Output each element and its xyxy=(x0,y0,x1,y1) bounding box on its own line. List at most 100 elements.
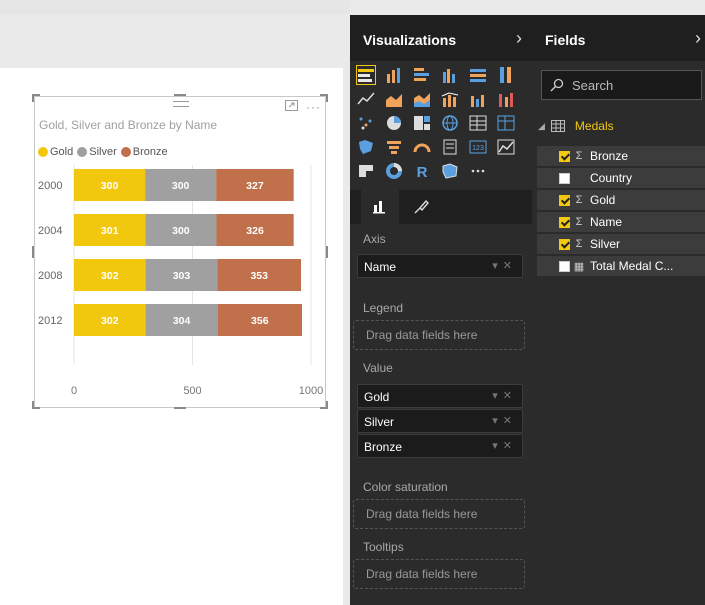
data-label: 300 xyxy=(101,180,119,192)
slicer-icon[interactable] xyxy=(357,162,375,180)
filled-map-icon[interactable] xyxy=(357,138,375,156)
field-label: Total Medal C... xyxy=(590,259,674,273)
visualizations-header: Visualizations › xyxy=(350,15,532,61)
sigma-icon: Σ xyxy=(575,194,583,206)
table-icon[interactable] xyxy=(469,114,487,132)
resize-handle-right[interactable] xyxy=(326,246,328,258)
tooltips-drop-zone[interactable]: Drag data fields here xyxy=(353,559,525,589)
pill-dropdown-remove-icon[interactable]: ▾✕ xyxy=(492,389,517,402)
resize-handle-tr-v[interactable] xyxy=(326,94,328,102)
value-field-bronze[interactable]: Bronze ▾✕ xyxy=(357,434,523,458)
field-checkbox[interactable] xyxy=(559,216,570,228)
clustered-bar-chart-icon[interactable] xyxy=(413,66,431,84)
value-field-silver[interactable]: Silver ▾✕ xyxy=(357,409,523,433)
data-label: 356 xyxy=(251,315,269,327)
field-checkbox[interactable] xyxy=(559,150,570,162)
collapse-chevron-icon[interactable]: › xyxy=(516,28,522,49)
pill-dropdown-remove-icon[interactable]: ▾✕ xyxy=(492,414,517,427)
field-label: Gold xyxy=(590,193,616,207)
field-checkbox[interactable] xyxy=(559,238,570,250)
field-checkbox[interactable] xyxy=(559,260,570,272)
line-clustered-column-icon[interactable] xyxy=(469,90,487,108)
fields-tab-icon xyxy=(373,201,385,214)
fields-collapse-chevron-icon[interactable]: › xyxy=(695,28,701,49)
table-medals[interactable]: ◢ Medals xyxy=(538,119,614,133)
field-checkbox[interactable] xyxy=(559,194,570,206)
resize-handle-left[interactable] xyxy=(32,246,34,258)
tab-format[interactable] xyxy=(402,190,440,224)
more-visuals-icon[interactable] xyxy=(469,162,487,180)
field-row-country[interactable]: Country xyxy=(537,168,705,188)
donut-chart-icon[interactable] xyxy=(385,162,403,180)
gauge-icon[interactable] xyxy=(413,138,431,156)
multirow-card-icon[interactable] xyxy=(441,138,459,156)
well-label-tooltips: Tooltips xyxy=(363,540,404,554)
ribbon-chart-icon[interactable] xyxy=(497,90,515,108)
card-icon[interactable]: 123 xyxy=(469,138,487,156)
matrix-icon[interactable] xyxy=(497,114,515,132)
resize-handle-tl-v[interactable] xyxy=(32,94,34,102)
top-strip xyxy=(0,0,350,15)
treemap-icon[interactable] xyxy=(413,114,431,132)
field-checkbox[interactable] xyxy=(559,172,570,184)
visualizations-pane: Visualizations › 123 R Axis Name ▾✕ Legen… xyxy=(350,15,532,605)
funnel-icon[interactable] xyxy=(385,138,403,156)
data-label: 326 xyxy=(246,225,264,237)
field-row-gold[interactable]: Σ Gold xyxy=(537,190,705,210)
pie-chart-icon[interactable] xyxy=(385,114,403,132)
field-label: Name xyxy=(590,215,623,229)
data-label: 301 xyxy=(101,225,119,237)
y-category-label: 2008 xyxy=(38,270,62,282)
tab-fields[interactable] xyxy=(361,190,399,224)
waterfall-icon[interactable] xyxy=(357,114,375,132)
area-chart-icon[interactable] xyxy=(385,90,403,108)
x-tick-label: 500 xyxy=(183,385,201,397)
line-chart-icon[interactable] xyxy=(357,90,375,108)
100-stacked-column-icon[interactable] xyxy=(497,66,515,84)
resize-handle-br-v[interactable] xyxy=(326,401,328,409)
shape-map-icon[interactable] xyxy=(441,162,459,180)
x-tick-label: 0 xyxy=(71,385,77,397)
fields-header: Fields › xyxy=(532,15,705,61)
pill-dropdown-remove-icon[interactable]: ▾✕ xyxy=(492,259,517,272)
svg-text:123: 123 xyxy=(472,145,484,152)
search-icon xyxy=(550,78,564,92)
y-category-label: 2000 xyxy=(38,180,62,192)
color-saturation-drop-zone[interactable]: Drag data fields here xyxy=(353,499,525,529)
stacked-bar-visual[interactable]: ··· Gold, Silver and Bronze by Name Gold… xyxy=(34,96,326,408)
field-row-silver[interactable]: Σ Silver xyxy=(537,234,705,254)
field-pill-label: Silver xyxy=(364,415,395,429)
field-row-name[interactable]: Σ Name xyxy=(537,212,705,232)
data-label: 353 xyxy=(250,270,268,282)
fields-search-input[interactable]: Search xyxy=(541,70,702,100)
globe-map-icon[interactable] xyxy=(441,114,459,132)
paint-roller-icon xyxy=(414,199,429,214)
resize-handle-bottom[interactable] xyxy=(174,407,186,409)
100-stacked-bar-icon[interactable] xyxy=(469,66,487,84)
well-label-value: Value xyxy=(363,361,393,375)
resize-handle-bl-v[interactable] xyxy=(32,401,34,409)
calculator-icon: ▦ xyxy=(573,260,585,273)
r-script-icon[interactable]: R xyxy=(413,162,431,181)
stacked-area-icon[interactable] xyxy=(413,90,431,108)
stacked-column-chart-icon[interactable] xyxy=(385,66,403,84)
field-label: Country xyxy=(590,171,633,185)
resize-handle-top[interactable] xyxy=(174,94,186,96)
field-row-total[interactable]: ▦ Total Medal C... xyxy=(537,256,705,276)
table-name: Medals xyxy=(574,119,614,133)
axis-field-name[interactable]: Name ▾✕ xyxy=(357,254,523,278)
line-and-column-icon[interactable] xyxy=(441,90,459,108)
stacked-bar-chart-icon[interactable] xyxy=(356,65,376,85)
value-field-gold[interactable]: Gold ▾✕ xyxy=(357,384,523,408)
clustered-column-chart-icon[interactable] xyxy=(441,66,459,84)
field-row-bronze[interactable]: Σ Bronze xyxy=(537,146,705,166)
y-category-label: 2004 xyxy=(38,225,62,237)
kpi-icon[interactable] xyxy=(497,138,515,156)
y-category-label: 2012 xyxy=(38,315,62,327)
legend-drop-zone[interactable]: Drag data fields here xyxy=(353,320,525,350)
field-pill-label: Gold xyxy=(364,390,390,404)
pill-dropdown-remove-icon[interactable]: ▾✕ xyxy=(492,439,517,452)
well-label-legend: Legend xyxy=(363,301,404,315)
sigma-icon: Σ xyxy=(575,216,583,228)
expand-arrow-icon[interactable]: ◢ xyxy=(538,121,545,132)
